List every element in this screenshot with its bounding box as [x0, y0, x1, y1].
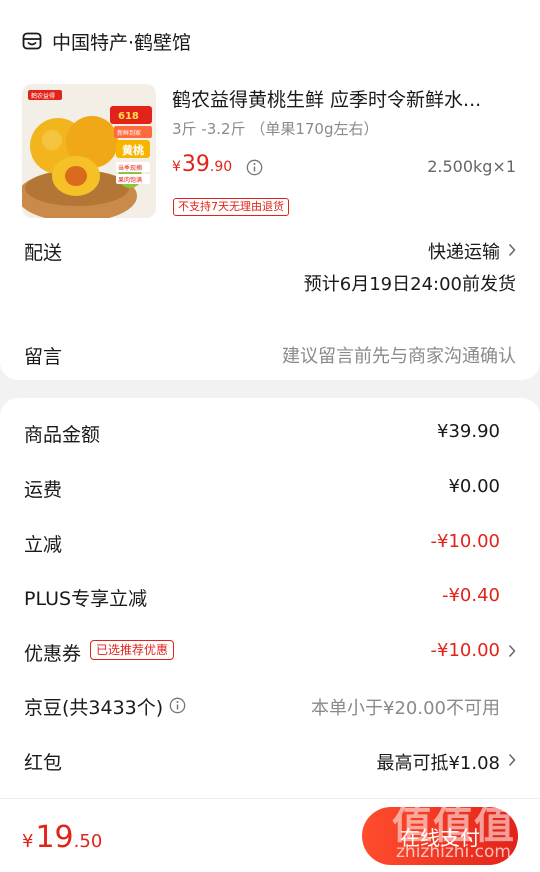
return-policy-tag: 不支持7天无理由退货	[173, 198, 289, 216]
image-name-text: 黄桃	[122, 143, 144, 157]
note-input[interactable]: 建议留言前先与商家沟通确认	[282, 342, 516, 368]
shop-header[interactable]: 中国特产·鹤壁馆	[22, 26, 191, 56]
product-spec: 3斤 -3.2斤 （单果170g左右）	[172, 120, 379, 138]
image-promo-text: 新鲜到家	[117, 129, 141, 137]
chevron-right-icon[interactable]	[508, 753, 516, 767]
summary-value-jd-beans: 本单小于¥20.00不可用	[311, 698, 500, 719]
summary-value-discount: -¥10.00	[430, 531, 500, 552]
summary-label-plus: PLUS专享立减	[24, 588, 148, 610]
product-title[interactable]: 鹤农益得黄桃生鲜 应季时令新鲜水...	[172, 86, 512, 114]
product-price: ¥ 39 .90	[172, 152, 232, 177]
coupon-selected-tag: 已选推荐优惠	[90, 640, 175, 660]
summary-value-goods: ¥39.90	[437, 421, 500, 442]
product-quantity: 2.500kg×1	[427, 157, 516, 176]
price-integer: 39	[181, 152, 210, 177]
info-icon[interactable]	[246, 159, 263, 176]
order-total: ¥ 19 .50	[22, 820, 102, 855]
summary-value-plus: -¥0.40	[441, 585, 500, 606]
summary-label-coupon: 优惠券	[24, 643, 82, 665]
summary-value-red-packet[interactable]: 最高可抵¥1.08	[376, 749, 500, 775]
summary-label-discount: 立减	[24, 534, 63, 556]
delivery-label: 配送	[24, 242, 63, 264]
price-currency: ¥	[172, 159, 181, 175]
price-decimal: .90	[209, 159, 233, 175]
order-item-card: 中国特产·鹤壁馆 鹤农益得 618 新鲜到家 黄桃 当季现摘 果肉饱满 鹤农益得…	[0, 0, 540, 380]
summary-label-red-packet: 红包	[24, 752, 63, 774]
delivery-estimate: 预计6月19日24:00前发货	[303, 274, 516, 295]
total-decimal: .50	[73, 831, 103, 852]
info-icon[interactable]	[169, 697, 186, 714]
pay-online-button[interactable]: 在线支付	[362, 807, 518, 865]
total-integer: 19	[35, 820, 74, 855]
summary-value-shipping: ¥0.00	[448, 476, 500, 497]
note-label: 留言	[24, 346, 63, 368]
image-badge-text: 618	[118, 111, 139, 122]
chevron-right-icon[interactable]	[508, 644, 516, 658]
summary-label-jd-beans: 京豆(共3433个)	[24, 697, 164, 719]
chevron-right-icon[interactable]	[508, 243, 516, 257]
image-tag1-text: 当季现摘	[118, 164, 142, 172]
summary-label-shipping: 运费	[24, 479, 63, 501]
product-image[interactable]: 鹤农益得 618 新鲜到家 黄桃 当季现摘 果肉饱满	[22, 84, 156, 218]
delivery-method[interactable]: 快递运输	[428, 238, 500, 264]
summary-label-goods: 商品金额	[24, 424, 101, 446]
shop-name: 中国特产·鹤壁馆	[52, 31, 192, 54]
total-currency: ¥	[22, 831, 34, 852]
image-brand-text: 鹤农益得	[31, 92, 55, 100]
image-tag2-text: 果肉饱满	[118, 176, 142, 184]
store-icon	[22, 32, 42, 50]
summary-value-coupon[interactable]: -¥10.00	[431, 640, 500, 661]
